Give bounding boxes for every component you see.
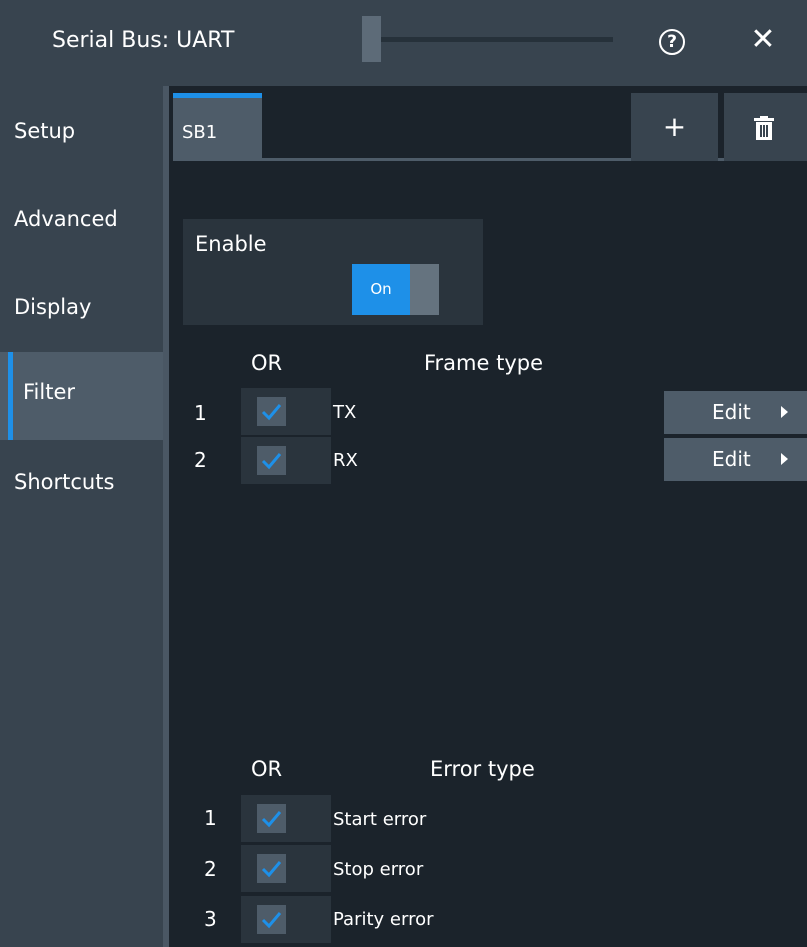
trash-icon	[754, 116, 774, 140]
error-row-number: 2	[204, 857, 217, 881]
sidebar-item-shortcuts[interactable]: Shortcuts	[0, 440, 163, 528]
close-icon[interactable]: ✕	[748, 25, 778, 55]
frame-rx-checkbox[interactable]	[257, 446, 286, 475]
tab-label: SB1	[182, 122, 218, 143]
enable-label: Enable	[195, 232, 267, 256]
sidebar-item-label: Shortcuts	[14, 470, 115, 494]
help-icon[interactable]: ?	[659, 29, 685, 55]
error-type-label: Parity error	[333, 909, 434, 930]
arrow-right-icon	[781, 406, 788, 418]
frame-row-cell	[241, 388, 331, 435]
edit-rx-button[interactable]: Edit	[664, 438, 807, 481]
check-icon	[261, 404, 282, 421]
title-bar: Serial Bus: UART ? ✕	[0, 0, 807, 86]
enable-toggle-knob[interactable]	[410, 264, 439, 315]
stop-error-checkbox[interactable]	[257, 854, 286, 883]
arrow-right-icon	[781, 453, 788, 465]
parity-error-checkbox[interactable]	[257, 905, 286, 934]
error-row-cell	[241, 896, 331, 943]
sidebar-item-filter[interactable]: Filter	[0, 352, 163, 440]
add-tab-button[interactable]: +	[631, 93, 718, 161]
sidebar: Setup Advanced Display Filter Shortcuts	[0, 86, 163, 947]
sidebar-item-label: Display	[14, 295, 92, 319]
frame-tx-checkbox[interactable]	[257, 397, 286, 426]
sidebar-item-setup[interactable]: Setup	[0, 86, 163, 174]
sidebar-item-display[interactable]: Display	[0, 262, 163, 350]
error-type-label: Stop error	[333, 859, 424, 880]
error-or-header: OR	[251, 757, 283, 781]
tab-sb1[interactable]: SB1	[173, 93, 262, 161]
error-row-cell	[241, 845, 331, 892]
check-icon	[261, 453, 282, 470]
error-row-number: 1	[204, 806, 217, 830]
error-row-cell	[241, 795, 331, 842]
sidebar-item-label: Setup	[14, 119, 76, 143]
transparency-slider-track[interactable]	[381, 37, 613, 42]
frame-row-number: 1	[194, 401, 207, 425]
frame-row-cell	[241, 437, 331, 484]
sidebar-item-label: Filter	[23, 380, 76, 404]
frame-type-label: TX	[333, 402, 357, 423]
edit-tx-button[interactable]: Edit	[664, 391, 807, 434]
frame-type-label: RX	[333, 450, 358, 471]
check-icon	[261, 912, 282, 929]
edit-label: Edit	[712, 400, 751, 424]
window-title: Serial Bus: UART	[52, 28, 235, 53]
transparency-slider-handle[interactable]	[362, 16, 381, 62]
sidebar-item-label: Advanced	[14, 207, 118, 231]
sidebar-item-advanced[interactable]: Advanced	[0, 174, 163, 262]
check-icon	[261, 811, 282, 828]
error-row-number: 3	[204, 907, 217, 931]
plus-icon: +	[662, 110, 687, 143]
sidebar-divider	[163, 86, 169, 947]
frame-or-header: OR	[251, 351, 283, 375]
delete-tab-button[interactable]	[724, 93, 807, 161]
check-icon	[261, 861, 282, 878]
edit-label: Edit	[712, 447, 751, 471]
error-type-label: Start error	[333, 809, 427, 830]
start-error-checkbox[interactable]	[257, 804, 286, 833]
error-type-header: Error type	[430, 757, 535, 781]
frame-row-number: 2	[194, 448, 207, 472]
frame-type-header: Frame type	[424, 351, 544, 375]
enable-toggle[interactable]: On	[352, 264, 410, 315]
